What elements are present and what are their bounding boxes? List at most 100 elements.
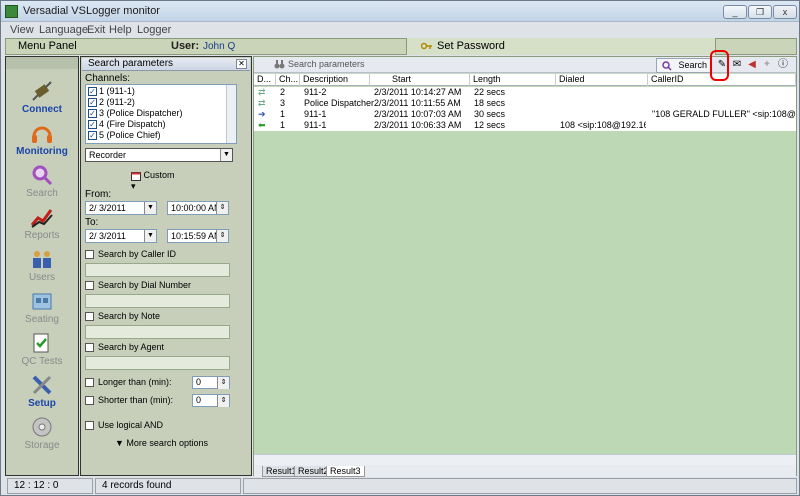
nav-storage[interactable]: Storage (6, 413, 78, 455)
channel-scrollbar[interactable] (226, 85, 236, 143)
nav-qc-tests[interactable]: QC Tests (6, 329, 78, 371)
logical-and-label: Use logical AND (98, 420, 164, 430)
shorter-than-toggle[interactable]: Shorter than (min): (85, 395, 173, 406)
search-button[interactable]: Search (656, 58, 712, 73)
dropdown-arrow-icon[interactable]: ▼ (144, 202, 156, 214)
checkbox-icon[interactable] (85, 343, 94, 353)
checkbox-icon[interactable] (85, 281, 94, 291)
agent-toggle[interactable]: Search by Agent (85, 342, 165, 353)
dial-number-input[interactable] (85, 294, 230, 308)
results-grid: D... Ch... Description Start Length Dial… (254, 74, 796, 464)
checkbox-icon[interactable] (85, 312, 94, 322)
dial-number-toggle[interactable]: Search by Dial Number (85, 280, 191, 291)
set-password-label: Set Password (437, 40, 505, 52)
to-time-picker[interactable]: 10:15:59 AM ⇕ (167, 229, 229, 243)
checkbox-icon[interactable] (85, 378, 94, 388)
table-row[interactable]: ⇄ 2 911-2 2/3/2011 10:14:27 AM 22 secs (254, 87, 796, 98)
agent-input[interactable] (85, 356, 230, 370)
column-header-channel[interactable]: Ch... (276, 74, 300, 86)
column-header-dialed[interactable]: Dialed (556, 74, 648, 86)
channel-item[interactable]: ✓ 4 (Fire Dispatch) (88, 119, 166, 130)
nav-reports-label: Reports (24, 230, 60, 241)
cell-description: Police Dispatcher (304, 98, 375, 108)
column-header-direction[interactable]: D... (254, 74, 276, 86)
headphones-icon (32, 126, 52, 143)
nav-connect[interactable]: Connect (6, 77, 78, 119)
logical-and-toggle[interactable]: Use logical AND (85, 420, 164, 431)
checkbox-checked-icon[interactable]: ✓ (88, 109, 97, 119)
cell-length: 12 secs (474, 120, 506, 130)
email-icon[interactable]: ✉ (731, 59, 743, 71)
checkbox-icon[interactable] (85, 396, 94, 406)
channel-label: 2 (911-2) (99, 97, 135, 107)
checkbox-icon[interactable] (85, 250, 94, 260)
tab-result3[interactable]: Result3 (326, 466, 365, 477)
search-button-label: Search (678, 60, 707, 70)
column-header-description[interactable]: Description (300, 74, 370, 86)
from-time-picker[interactable]: 10:00:00 AM ⇕ (167, 201, 229, 215)
caller-id-input[interactable] (85, 263, 230, 277)
nav-setup-label: Setup (28, 398, 56, 409)
window-title: Versadial VSLogger monitor (23, 5, 160, 17)
custom-range-button[interactable]: Custom ▾ (131, 170, 181, 191)
channel-list[interactable]: ✓ 1 (911-1) ✓ 2 (911-2) ✓ 3 (Police Dispatc… (85, 84, 237, 144)
minimize-button[interactable]: _ (723, 5, 747, 19)
binoculars-icon (274, 60, 285, 69)
checkbox-icon[interactable] (85, 421, 94, 431)
cell-length: 18 secs (474, 98, 506, 108)
note-input[interactable] (85, 325, 230, 339)
channel-item[interactable]: ✓ 1 (911-1) (88, 86, 135, 97)
channel-item[interactable]: ✓ 3 (Police Dispatcher) (88, 108, 183, 119)
grid-body: ⇄ 2 911-2 2/3/2011 10:14:27 AM 22 secs ⇄… (254, 87, 796, 131)
menu-language[interactable]: Language (39, 24, 88, 36)
column-header-start[interactable]: Start (370, 74, 470, 86)
table-row[interactable]: ➔ 1 911-1 2/3/2011 10:07:03 AM 30 secs "… (254, 109, 796, 120)
column-header-length[interactable]: Length (470, 74, 556, 86)
channel-item[interactable]: ✓ 2 (911-2) (88, 97, 135, 108)
table-row[interactable]: ⬅ 1 911-1 2/3/2011 10:06:33 AM 12 secs 1… (254, 120, 796, 131)
nav-reports[interactable]: Reports (6, 203, 78, 245)
dropdown-arrow-icon[interactable]: ▼ (220, 149, 232, 161)
checkbox-checked-icon[interactable]: ✓ (88, 87, 97, 97)
wrench-icon[interactable]: ✦ (761, 59, 773, 71)
channel-item[interactable]: ✓ 5 (Police Chief) (88, 130, 161, 141)
menu-view[interactable]: View (10, 24, 34, 36)
horizontal-scrollbar[interactable] (254, 454, 796, 465)
channel-label: 5 (Police Chief) (99, 130, 161, 140)
nav-users[interactable]: Users (6, 245, 78, 287)
search-panel-title: Search parameters (88, 58, 174, 69)
from-date-picker[interactable]: 2/ 3/2011 ▼ (85, 201, 157, 215)
nav-search[interactable]: Search (6, 161, 78, 203)
restore-button[interactable]: ❐ (748, 5, 772, 19)
dropdown-arrow-icon[interactable]: ▼ (144, 230, 156, 242)
recorder-select[interactable]: Recorder ▼ (85, 148, 233, 162)
spinner-icon[interactable]: ⇕ (216, 202, 228, 214)
shorter-than-input[interactable]: 0 ⇕ (192, 394, 230, 407)
spinner-icon[interactable]: ⇕ (216, 230, 228, 242)
longer-than-toggle[interactable]: Longer than (min): (85, 377, 172, 388)
set-password-button[interactable]: Set Password (406, 38, 716, 55)
close-button[interactable]: x (773, 5, 797, 19)
speaker-mute-icon[interactable]: ◀ (746, 59, 758, 71)
caller-id-toggle[interactable]: Search by Caller ID (85, 249, 176, 260)
table-row[interactable]: ⇄ 3 Police Dispatcher 2/3/2011 10:11:55 … (254, 98, 796, 109)
checkbox-checked-icon[interactable]: ✓ (88, 131, 97, 141)
menu-exit[interactable]: Exit (87, 24, 105, 36)
spinner-icon[interactable]: ⇕ (217, 395, 229, 407)
menu-help[interactable]: Help (109, 24, 132, 36)
checkbox-checked-icon[interactable]: ✓ (88, 120, 97, 130)
more-search-options-button[interactable]: ▼ More search options (115, 438, 208, 448)
info-icon[interactable]: ⓘ (777, 59, 789, 71)
agent-label: Search by Agent (98, 342, 165, 352)
menu-logger[interactable]: Logger (137, 24, 171, 36)
to-date-picker[interactable]: 2/ 3/2011 ▼ (85, 229, 157, 243)
longer-than-input[interactable]: 0 ⇕ (192, 376, 230, 389)
note-toggle[interactable]: Search by Note (85, 311, 161, 322)
nav-setup[interactable]: Setup (6, 371, 78, 413)
spinner-icon[interactable]: ⇕ (217, 377, 229, 389)
note-label: Search by Note (98, 311, 161, 321)
nav-monitoring[interactable]: Monitoring (6, 119, 78, 161)
nav-seating[interactable]: Seating (6, 287, 78, 329)
close-icon[interactable]: ✕ (236, 59, 247, 69)
checkbox-checked-icon[interactable]: ✓ (88, 98, 97, 108)
